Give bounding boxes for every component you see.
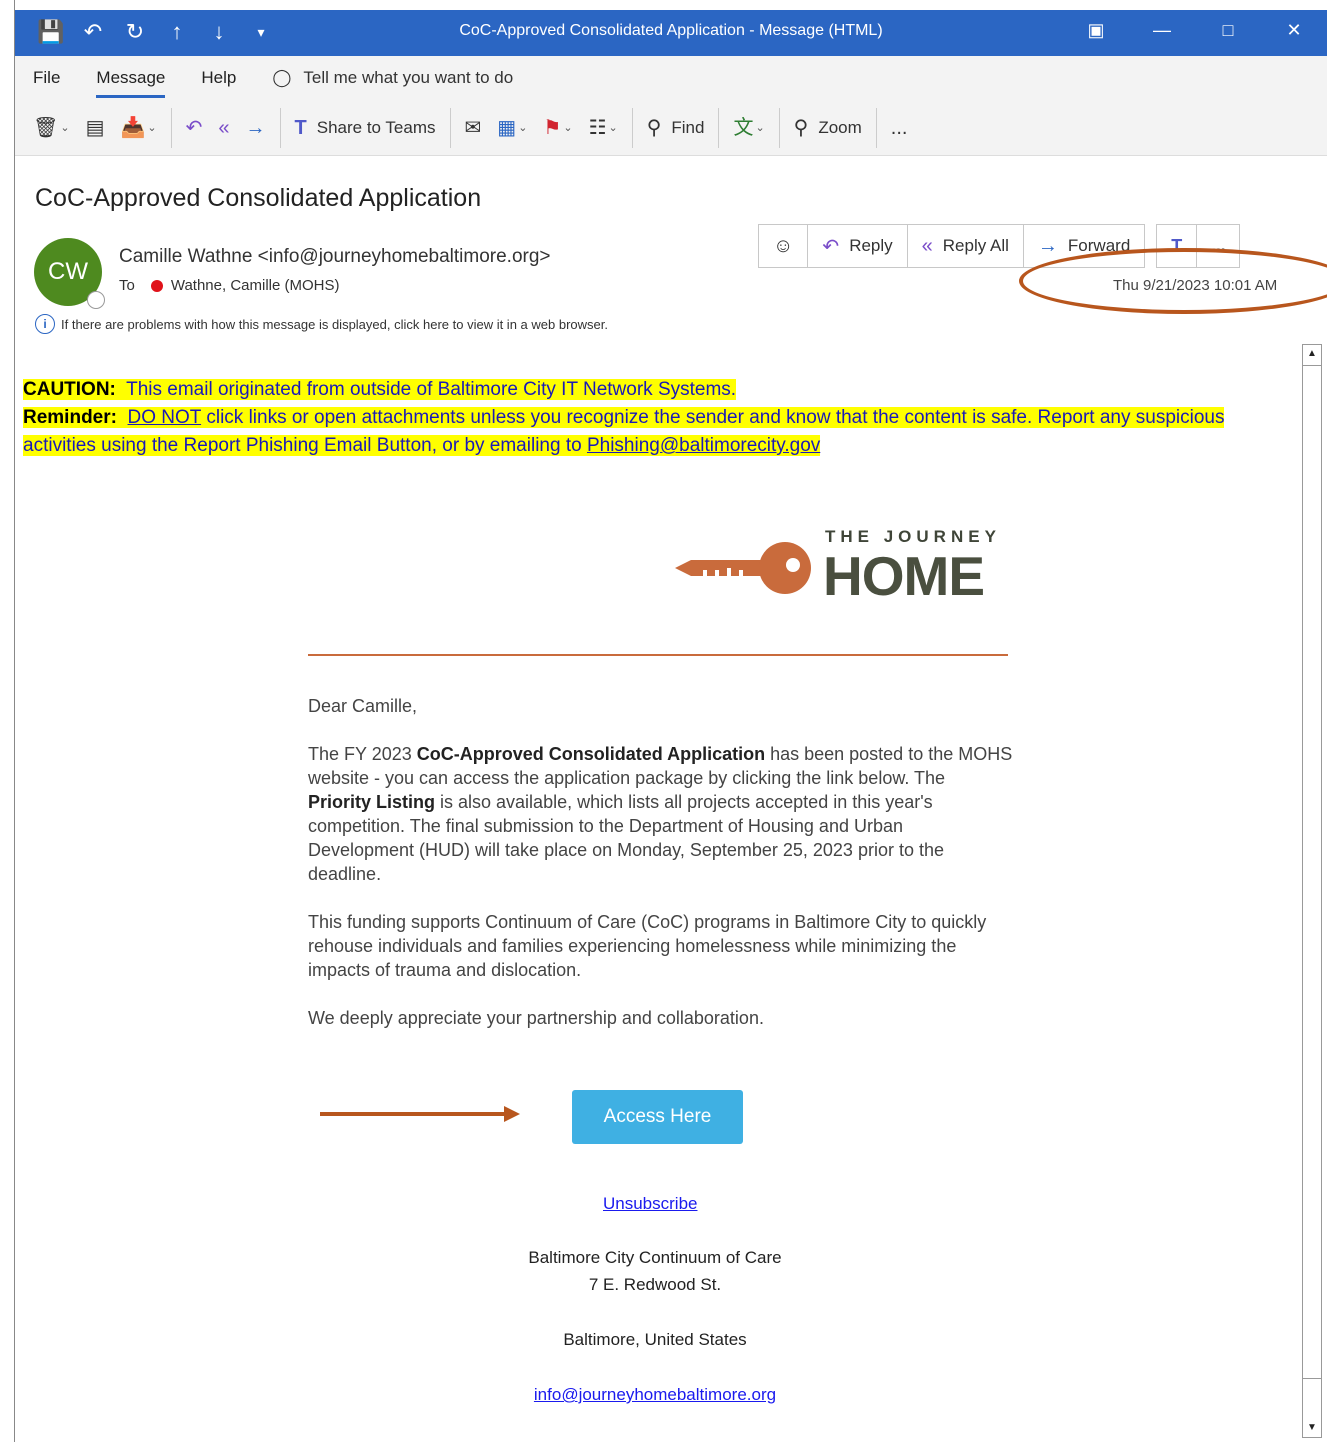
- reply-all-button[interactable]: «Reply All: [906, 224, 1024, 268]
- move-button[interactable]: 📥 ⌄: [113, 108, 165, 148]
- info-icon: i: [35, 314, 55, 334]
- greeting: Dear Camille,: [308, 696, 418, 716]
- tell-me-label: Tell me what you want to do: [303, 68, 514, 87]
- sender[interactable]: Camille Wathne <info@journeyhomebaltimor…: [119, 246, 551, 268]
- categorize-icon: ▦: [497, 116, 517, 139]
- forward-toolbar-button[interactable]: →: [238, 108, 274, 148]
- more-icon: ...: [890, 116, 908, 139]
- reply-icon: ↶: [822, 235, 840, 258]
- caution-text: This email originated from outside of Ba…: [126, 379, 737, 400]
- search-icon: ⚲: [646, 116, 662, 139]
- reply-toolbar-button[interactable]: ↶: [178, 108, 211, 148]
- body-paragraph-3: We deeply appreciate your partnership an…: [308, 1008, 764, 1028]
- archive-button[interactable]: ▤: [78, 108, 113, 148]
- presence-busy-icon: [150, 279, 163, 292]
- caution-label: CAUTION:: [23, 379, 116, 400]
- body-paragraph-2: This funding supports Continuum of Care …: [308, 912, 987, 980]
- footer-street: 7 E. Redwood St.: [588, 1275, 722, 1294]
- reply-icon: ↶: [185, 116, 203, 139]
- categorize-button[interactable]: ▦ ⌄: [489, 108, 535, 148]
- title-bar: 💾 ↶ ↻ ↑ ↓ ▾ CoC-Approved Consolidated Ap…: [15, 0, 1327, 56]
- move-icon: 📥: [120, 116, 146, 139]
- find-button[interactable]: ⚲ Find: [639, 108, 713, 148]
- recipient-name[interactable]: Wathne, Camille (MOHS): [171, 277, 340, 294]
- annotation-arrow: [320, 1106, 520, 1122]
- follow-up-button[interactable]: ⚑ ⌄: [535, 108, 580, 148]
- journey-home-logo: THE JOURNEY HOME: [673, 520, 1003, 610]
- ribbon-more-button[interactable]: ...: [883, 108, 916, 148]
- body-scrollbar[interactable]: ▲ ▼: [1302, 344, 1322, 1438]
- unsubscribe-link[interactable]: Unsubscribe: [603, 1194, 698, 1214]
- access-here-button[interactable]: Access Here: [572, 1090, 743, 1144]
- phishing-email-link[interactable]: Phishing@baltimorecity.gov: [587, 435, 820, 456]
- external-email-caution: CAUTION: This email originated from outs…: [23, 376, 1283, 460]
- reply-all-toolbar-button[interactable]: «: [210, 108, 237, 148]
- presence-status-icon: [87, 291, 105, 309]
- message-subject: CoC-Approved Consolidated Application: [35, 184, 482, 212]
- scroll-down-icon[interactable]: ▼: [1305, 1421, 1319, 1435]
- avatar-initials: CW: [48, 258, 88, 285]
- menu-file[interactable]: File: [15, 68, 78, 88]
- menu-bar: File Message Help ◯ Tell me what you wan…: [15, 56, 1327, 100]
- emoji-react-button[interactable]: ☺: [758, 224, 809, 268]
- avatar[interactable]: CW: [34, 238, 105, 309]
- recipient-line: To Wathne, Camille (MOHS): [119, 277, 339, 294]
- translate-button[interactable]: 文 ⌄: [725, 108, 772, 148]
- zoom-icon: ⚲: [793, 116, 809, 139]
- teams-icon: T: [294, 116, 307, 139]
- display-info-text: If there are problems with how this mess…: [61, 316, 608, 332]
- do-not-text: DO NOT: [127, 407, 202, 428]
- ribbon-display-icon[interactable]: ▣: [1063, 14, 1129, 46]
- menu-message[interactable]: Message: [78, 68, 183, 98]
- reply-all-icon: «: [218, 116, 230, 139]
- translate-icon: 文: [733, 116, 754, 139]
- share-to-teams-button[interactable]: T Share to Teams: [287, 108, 444, 148]
- minimize-icon[interactable]: —: [1129, 14, 1195, 46]
- outlook-message-window: 💾 ↶ ↻ ↑ ↓ ▾ CoC-Approved Consolidated Ap…: [14, 0, 1327, 1442]
- unread-button[interactable]: ✉: [457, 108, 490, 148]
- reply-button[interactable]: ↶ Reply: [807, 224, 908, 268]
- delete-button[interactable]: 🗑 ⌄: [25, 108, 78, 148]
- menu-help[interactable]: Help: [183, 68, 254, 88]
- reply-all-icon: «: [921, 234, 933, 257]
- envelope-icon: ✉: [464, 116, 482, 139]
- close-icon[interactable]: ✕: [1261, 14, 1327, 46]
- forward-icon: →: [245, 116, 266, 139]
- trash-icon: 🗑: [33, 116, 59, 139]
- footer-city: Baltimore, United States: [563, 1330, 747, 1349]
- flag-icon: ⚑: [543, 116, 562, 139]
- message-body: Dear Camille, The FY 2023 CoC-Approved C…: [308, 694, 1013, 1054]
- reminder-label: Reminder:: [23, 407, 117, 428]
- archive-icon: ▤: [85, 116, 105, 139]
- zoom-button[interactable]: ⚲ Zoom: [786, 108, 870, 148]
- logo-the-journey: THE JOURNEY: [825, 527, 1001, 546]
- logo-home: HOME: [823, 545, 985, 607]
- rules-button[interactable]: ☷ ⌄: [581, 108, 626, 148]
- to-label: To: [119, 277, 135, 294]
- scroll-up-icon[interactable]: ▲: [1305, 347, 1319, 361]
- window-controls: ▣ — □ ✕: [1063, 14, 1327, 46]
- forward-icon: →: [1037, 234, 1058, 257]
- footer-org: Baltimore City Continuum of Care: [528, 1248, 782, 1267]
- scroll-track[interactable]: [1303, 365, 1321, 1379]
- body-paragraph-1: The FY 2023 CoC-Approved Consolidated Ap…: [308, 744, 1013, 884]
- footer-email-link[interactable]: info@journeyhomebaltimore.org: [534, 1385, 776, 1404]
- display-info-bar[interactable]: i If there are problems with how this me…: [35, 314, 608, 334]
- key-icon: [675, 542, 811, 594]
- rules-icon: ☷: [588, 116, 607, 139]
- smiley-icon: ☺: [773, 234, 794, 257]
- lightbulb-icon: ◯: [272, 68, 292, 87]
- maximize-icon[interactable]: □: [1195, 14, 1261, 46]
- annotation-circle: [1019, 248, 1327, 314]
- divider: [308, 654, 1008, 656]
- ribbon-toolbar: 🗑 ⌄ ▤ 📥 ⌄ ↶ « → T Share to Teams ✉ ▦ ⌄ ⚑ ⌄ ☷ ⌄…: [15, 100, 1327, 156]
- tell-me-box[interactable]: ◯ Tell me what you want to do: [272, 68, 513, 88]
